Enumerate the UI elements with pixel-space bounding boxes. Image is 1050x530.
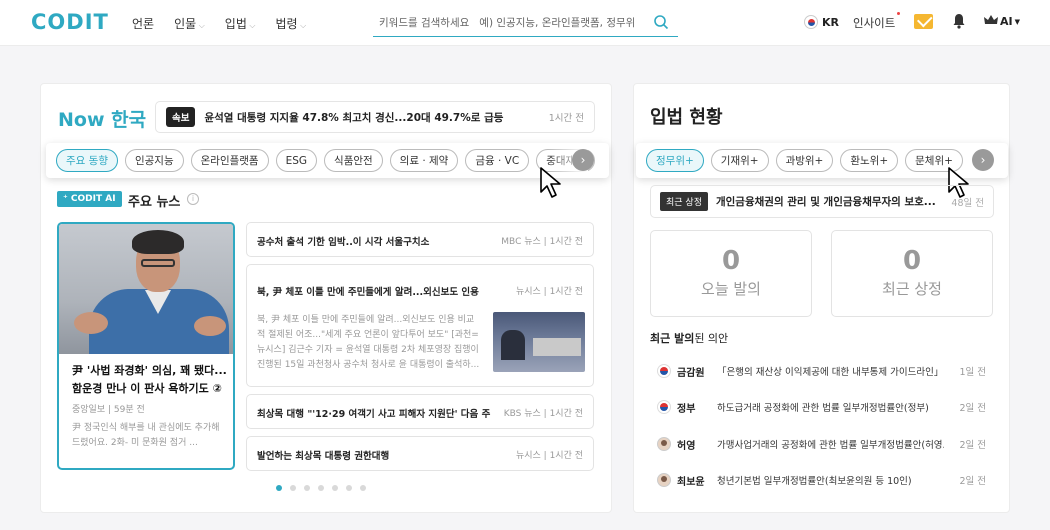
bill-row[interactable]: 최보윤 청년기본법 일부개정법률안(최보윤의원 등 10인) 2일 전: [650, 468, 994, 492]
info-icon[interactable]: i: [187, 193, 199, 205]
news-meta: 뉴시스 | 1시간 전: [515, 287, 583, 297]
korea-flag-icon: [804, 15, 818, 29]
codit-logo[interactable]: CODIT: [31, 10, 109, 34]
breaking-badge: 속보: [166, 107, 196, 127]
feature-meta: 중앙일보 | 59분 전: [72, 405, 145, 415]
chevron-down-icon: ⌵: [196, 21, 205, 30]
feature-photo: [59, 224, 233, 354]
legislation-title: 입법 현황: [650, 107, 723, 128]
recent-agenda-badge: 최근 상정: [660, 192, 708, 211]
korea-emblem-icon: [657, 400, 671, 414]
bill-row[interactable]: 금감원 「은행의 재산상 이익제공에 대한 내부통제 가이드라인」... 1일 …: [650, 359, 994, 383]
carousel-dots: [276, 485, 366, 491]
feature-title: 尹 '사법 좌경화' 의심, 꽤 됐다... 함운경 만나 이 판사 욕하기도 …: [72, 364, 227, 395]
nav-legislation[interactable]: 입법 ⌵: [225, 15, 256, 32]
carousel-dot[interactable]: [290, 485, 296, 491]
top-header: CODIT 언론 인물 ⌵ 입법 ⌵ 법령 ⌵ KR 인사이트 AI ▼: [0, 0, 1050, 46]
news-title: 북, 尹 체포 이틀 만에 주민들에게 알려...외신보도 인용: [257, 287, 479, 298]
chevron-right-icon[interactable]: ›: [972, 149, 994, 171]
chip-main-trends[interactable]: 주요 동향: [56, 149, 118, 172]
recent-bills-heading: 최근 발의된 의안: [650, 332, 729, 345]
chip-ai[interactable]: 인공지능: [124, 149, 184, 172]
mail-icon[interactable]: [914, 14, 933, 29]
carousel-dot[interactable]: [346, 485, 352, 491]
feature-body: 尹 정국인식 해부를 내 관심에도 추가해드렸어요. 2화- 미 문화원 점거 …: [72, 423, 220, 448]
crown-icon: [984, 15, 998, 28]
main-nav: 언론 인물 ⌵ 입법 ⌵ 법령 ⌵: [132, 15, 306, 32]
news-title: 최상목 대행 "'12·29 여객기 사고 피해자 지원단' 다음 주 ...: [257, 409, 492, 420]
topic-chip-bar: 주요 동향 인공지능 온라인플랫폼 ESG 식품안전 의료 · 제약 금융 · …: [46, 143, 609, 178]
search-input[interactable]: [379, 13, 649, 33]
notification-dot: [897, 12, 901, 15]
chip-esg[interactable]: ESG: [275, 149, 318, 172]
news-title: 공수처 출석 기한 임박..이 시각 서울구치소: [257, 237, 430, 248]
chip-finance-committee[interactable]: 기재위+: [710, 149, 769, 172]
bell-icon[interactable]: [952, 13, 966, 33]
search-icon[interactable]: [653, 14, 669, 34]
bill-row[interactable]: 허영 가맹사업거래의 공정화에 관한 법률 일부개정법률안(허영... 2일 전: [650, 432, 994, 456]
breaking-text: 윤석열 대통령 지지율 47.8% 최고치 경신...20대 49.7%로 급등: [204, 111, 504, 124]
breaking-news-bar[interactable]: 속보 윤석열 대통령 지지율 47.8% 최고치 경신...20대 49.7%로…: [155, 101, 595, 133]
news-title: 발언하는 최상목 대통령 권한대행: [257, 451, 390, 462]
chevron-right-icon[interactable]: ›: [572, 149, 594, 171]
news-item[interactable]: 북, 尹 체포 이틀 만에 주민들에게 알려...외신보도 인용 뉴시스 | 1…: [246, 264, 594, 387]
chip-political-affairs[interactable]: 정무위+: [646, 149, 704, 172]
recent-agenda-text: 개인금융채권의 관리 및 개인금융채무자의 보호...: [715, 196, 936, 208]
search-box: [373, 10, 678, 37]
person-avatar-icon: [657, 473, 671, 487]
nav-press[interactable]: 언론: [132, 15, 154, 32]
news-item[interactable]: 공수처 출석 기한 임박..이 시각 서울구치소 MBC 뉴스 | 1시간 전: [246, 222, 594, 257]
stat-recent-agenda[interactable]: 0 최근 상정: [831, 230, 993, 317]
carousel-dot[interactable]: [318, 485, 324, 491]
language-selector[interactable]: KR: [804, 15, 839, 29]
chip-online-platform[interactable]: 온라인플랫폼: [190, 149, 269, 172]
ai-menu[interactable]: AI ▼: [984, 15, 1020, 28]
news-meta: 뉴시스 | 1시간 전: [515, 451, 583, 461]
feature-news-card[interactable]: 尹 '사법 좌경화' 의심, 꽤 됐다... 함운경 만나 이 판사 욕하기도 …: [57, 222, 235, 470]
breaking-time: 1시간 전: [548, 113, 584, 124]
main-news-heading: 주요 뉴스: [128, 195, 181, 210]
chip-finance[interactable]: 금융 · VC: [465, 149, 530, 172]
insight-link[interactable]: 인사이트: [853, 12, 901, 31]
caret-down-icon: ▼: [1014, 17, 1020, 26]
chip-science-ict[interactable]: 과방위+: [775, 149, 834, 172]
news-meta: MBC 뉴스 | 1시간 전: [501, 237, 583, 247]
nav-people[interactable]: 인물 ⌵: [174, 15, 205, 32]
chevron-down-icon: ⌵: [297, 21, 307, 30]
nav-law[interactable]: 법령 ⌵: [276, 15, 307, 32]
korea-emblem-icon: [657, 364, 671, 378]
carousel-dot[interactable]: [332, 485, 338, 491]
chip-environment-labor[interactable]: 환노위+: [840, 149, 899, 172]
news-body: 북, 尹 체포 이틀 만에 주민들에 알려...외신보도 인용 비교적 절제된 …: [257, 315, 480, 370]
chip-food-safety[interactable]: 식품안전: [324, 149, 383, 172]
news-meta: KBS 뉴스 | 1시간 전: [503, 409, 583, 419]
bill-row[interactable]: 정부 하도급거래 공정화에 관한 법률 일부개정법률안(정부) 2일 전: [650, 395, 994, 419]
recent-agenda-time: 48일 전: [951, 197, 984, 209]
person-avatar-icon: [657, 437, 671, 451]
recent-agenda-bar[interactable]: 최근 상정 개인금융채권의 관리 및 개인금융채무자의 보호... 48일 전: [650, 185, 994, 218]
mouse-cursor-icon: [540, 167, 561, 198]
carousel-dot[interactable]: [360, 485, 366, 491]
carousel-dot[interactable]: [276, 485, 282, 491]
news-item[interactable]: 최상목 대행 "'12·29 여객기 사고 피해자 지원단' 다음 주 ... …: [246, 394, 594, 429]
news-thumbnail: [493, 312, 585, 372]
chevron-down-icon: ⌵: [246, 21, 256, 30]
stat-today-proposed[interactable]: 0 오늘 발의: [650, 230, 812, 317]
carousel-dot[interactable]: [304, 485, 310, 491]
codit-ai-badge: ⁺ CODIT AI: [57, 191, 122, 207]
now-title: Now 한국: [58, 109, 147, 131]
news-item[interactable]: 발언하는 최상목 대통령 권한대행 뉴시스 | 1시간 전: [246, 436, 594, 471]
chip-medical[interactable]: 의료 · 제약: [389, 149, 459, 172]
